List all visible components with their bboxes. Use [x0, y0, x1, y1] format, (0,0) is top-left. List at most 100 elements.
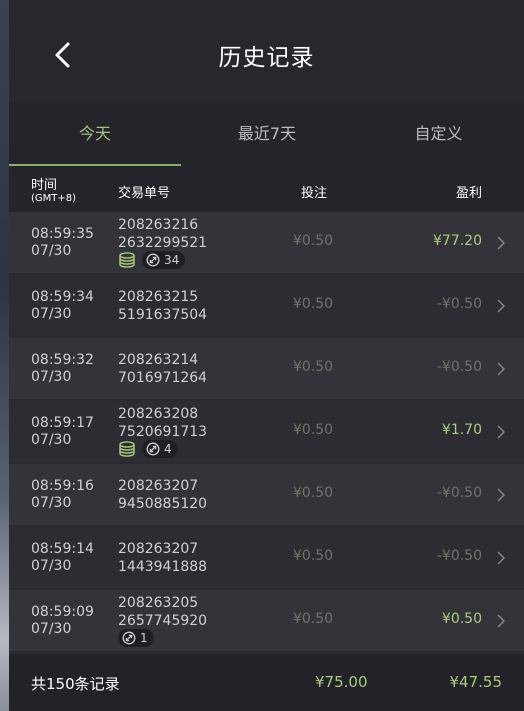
row-order-no: 208263207 9450885120 [118, 477, 207, 513]
row-order-no-line1: 208263207 [118, 478, 199, 494]
row-date-value: 07/30 [31, 243, 72, 259]
tab-last-7-days[interactable]: 最近7天 [181, 103, 353, 166]
tab-custom[interactable]: 自定义 [353, 103, 524, 166]
row-order-no: 208263205 2657745920 [118, 594, 207, 630]
col-stake-label: 投注 [301, 186, 328, 201]
free-spins-count: 34 [164, 253, 180, 267]
header-bar: 历史记录 [9, 0, 524, 103]
chevron-right-icon [497, 362, 505, 376]
row-order-no-line2: 7520691713 [118, 424, 208, 440]
free-spins-badge: 1 [118, 629, 154, 647]
chevron-right-icon [497, 614, 505, 628]
row-order-no: 208263216 2632299521 [118, 216, 207, 252]
row-profit: -¥0.50 [436, 359, 482, 375]
row-profit: -¥0.50 [436, 296, 482, 312]
row-badges: 4 [118, 440, 178, 458]
row-stake: ¥0.50 [293, 359, 334, 375]
row-time-value: 08:59:14 [31, 541, 94, 557]
summary-footer: 共150条记录 ¥75.00 ¥47.55 [9, 654, 524, 711]
history-row[interactable]: 08:59:09 07/30 208263205 2657745920 ¥0.50 ¥0.… [9, 590, 524, 651]
row-time: 08:59:17 07/30 [31, 415, 94, 449]
total-stake: ¥75.00 [315, 673, 368, 691]
row-time-value: 08:59:17 [31, 415, 94, 431]
chevron-right-icon [497, 488, 505, 502]
row-time: 08:59:09 07/30 [31, 604, 94, 638]
row-profit: -¥0.50 [436, 485, 482, 501]
row-order-no-line2: 2657745920 [118, 613, 208, 629]
row-date-value: 07/30 [31, 432, 72, 448]
total-profit: ¥47.55 [449, 673, 503, 691]
row-date-value: 07/30 [31, 306, 72, 322]
chevron-right-icon [497, 299, 505, 313]
col-time-timezone: (GMT+8) [31, 193, 77, 204]
row-time-value: 08:59:35 [31, 226, 94, 242]
row-profit: ¥1.70 [441, 422, 482, 438]
row-time: 08:59:32 07/30 [31, 352, 94, 386]
row-profit: ¥77.20 [433, 233, 482, 249]
row-order-no-line2: 1443941888 [118, 559, 208, 575]
row-order-no-line2: 9450885120 [118, 496, 208, 512]
chevron-right-icon [497, 425, 505, 439]
row-stake: ¥0.50 [293, 422, 334, 438]
row-stake: ¥0.50 [293, 548, 334, 564]
row-order-no: 208263215 5191637504 [118, 288, 207, 324]
history-row[interactable]: 08:59:35 07/30 208263216 2632299521 ¥0.50 ¥77… [9, 212, 524, 273]
tab-today[interactable]: 今天 [9, 103, 181, 166]
row-order-no: 208263207 1443941888 [118, 540, 207, 576]
page-title: 历史记录 [218, 45, 315, 71]
row-stake: ¥0.50 [293, 296, 334, 312]
row-profit: -¥0.50 [436, 548, 482, 564]
row-time: 08:59:35 07/30 [31, 226, 94, 260]
row-time-value: 08:59:34 [31, 289, 94, 305]
free-spins-badge: 4 [142, 440, 178, 458]
row-time: 08:59:14 07/30 [31, 541, 94, 575]
row-date-value: 07/30 [31, 369, 72, 385]
col-profit-label: 盈利 [455, 186, 482, 201]
history-row[interactable]: 08:59:34 07/30 208263215 5191637504 ¥0.50 -¥0… [9, 275, 524, 336]
cycle-icon [146, 442, 164, 456]
row-order-no: 208263208 7520691713 [118, 405, 207, 441]
history-row[interactable]: 08:59:17 07/30 208263208 7520691713 ¥0.50 ¥1.… [9, 401, 524, 462]
row-order-no-line1: 208263214 [118, 352, 199, 368]
row-stake: ¥0.50 [293, 485, 334, 501]
history-screen: 历史记录 今天 最近7天 自定义 时间 (GMT+8) 交易单号 投注 盈利 0… [9, 0, 524, 711]
row-date-value: 07/30 [31, 621, 72, 637]
col-time-label: 时间 [31, 178, 58, 193]
row-order-no-line2: 5191637504 [118, 307, 208, 323]
history-row[interactable]: 08:59:14 07/30 208263207 1443941888 ¥0.50 -¥0… [9, 527, 524, 588]
coins-icon [118, 440, 136, 458]
row-time-value: 08:59:09 [31, 604, 94, 620]
row-time: 08:59:34 07/30 [31, 289, 94, 323]
row-date-value: 07/30 [31, 495, 72, 511]
row-profit: ¥0.50 [441, 611, 482, 627]
cycle-icon [122, 631, 140, 645]
row-badges: 34 [118, 251, 186, 269]
background-edge [0, 0, 9, 711]
cycle-icon [146, 253, 164, 267]
row-order-no-line1: 208263207 [118, 541, 199, 557]
row-badges: 1 [118, 629, 154, 647]
row-order-no-line2: 7016971264 [118, 370, 208, 386]
total-records-label: 共150条记录 [31, 675, 120, 693]
row-order-no-line2: 2632299521 [118, 235, 208, 251]
date-range-tabs: 今天 最近7天 自定义 [9, 103, 524, 166]
row-date-value: 07/30 [31, 558, 72, 574]
row-time: 08:59:16 07/30 [31, 478, 94, 512]
row-order-no: 208263214 7016971264 [118, 351, 207, 387]
row-stake: ¥0.50 [293, 233, 334, 249]
row-time-value: 08:59:32 [31, 352, 94, 368]
col-order-no-label: 交易单号 [118, 186, 171, 201]
column-header-row: 时间 (GMT+8) 交易单号 投注 盈利 [9, 166, 524, 212]
row-order-no-line1: 208263216 [118, 217, 199, 233]
history-row[interactable]: 08:59:16 07/30 208263207 9450885120 ¥0.50 -¥0… [9, 464, 524, 525]
free-spins-badge: 34 [142, 251, 186, 269]
chevron-right-icon [497, 551, 505, 565]
coins-icon [118, 251, 136, 269]
history-row[interactable]: 08:59:32 07/30 208263214 7016971264 ¥0.50 -¥0… [9, 338, 524, 399]
free-spins-count: 4 [164, 442, 172, 456]
row-order-no-line1: 208263215 [118, 289, 199, 305]
row-order-no-line1: 208263208 [118, 406, 199, 422]
row-order-no-line1: 208263205 [118, 595, 199, 611]
free-spins-count: 1 [140, 631, 148, 645]
row-time-value: 08:59:16 [31, 478, 94, 494]
